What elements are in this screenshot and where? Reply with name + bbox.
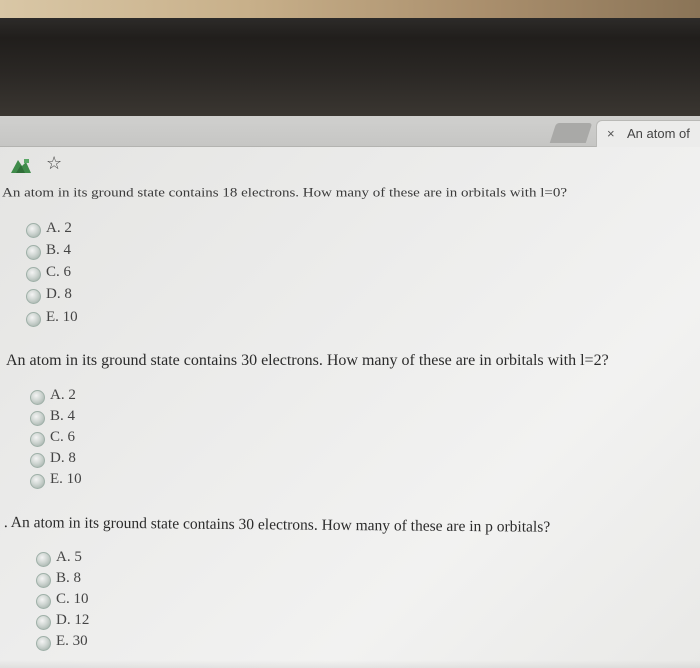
radio-button[interactable]: [26, 289, 41, 304]
new-tab-button[interactable]: [549, 123, 593, 143]
question-1-text: An atom in its ground state contains 18 …: [2, 186, 568, 200]
tab-title: An atom of: [627, 126, 690, 141]
tab-bar: × An atom of: [0, 116, 700, 147]
question-3-text: . An atom in its ground state contains 3…: [3, 514, 551, 536]
toolbar: ☆: [0, 147, 700, 183]
radio-button[interactable]: [36, 552, 51, 567]
star-icon[interactable]: ☆: [46, 153, 62, 174]
radio-button[interactable]: [30, 453, 45, 468]
radio-button[interactable]: [36, 615, 51, 630]
close-icon[interactable]: ×: [607, 126, 615, 141]
radio-button[interactable]: [26, 245, 41, 260]
radio-button[interactable]: [26, 312, 41, 327]
tab-active[interactable]: × An atom of: [596, 120, 700, 147]
radio-button[interactable]: [30, 474, 45, 489]
radio-button[interactable]: [36, 573, 51, 588]
screen: × An atom of ☆ An atom in its ground sta…: [0, 116, 700, 668]
green-app-icon[interactable]: [10, 157, 32, 175]
screen-bottom-shadow: [0, 660, 700, 668]
radio-button[interactable]: [30, 390, 45, 405]
radio-button[interactable]: [36, 594, 51, 609]
radio-button[interactable]: [30, 411, 45, 426]
radio-button[interactable]: [30, 432, 45, 447]
radio-button[interactable]: [26, 267, 41, 282]
radio-button[interactable]: [36, 636, 51, 651]
question-2-text: An atom in its ground state contains 30 …: [6, 352, 609, 369]
radio-button[interactable]: [26, 223, 41, 238]
bezel-reflection: [0, 18, 700, 38]
